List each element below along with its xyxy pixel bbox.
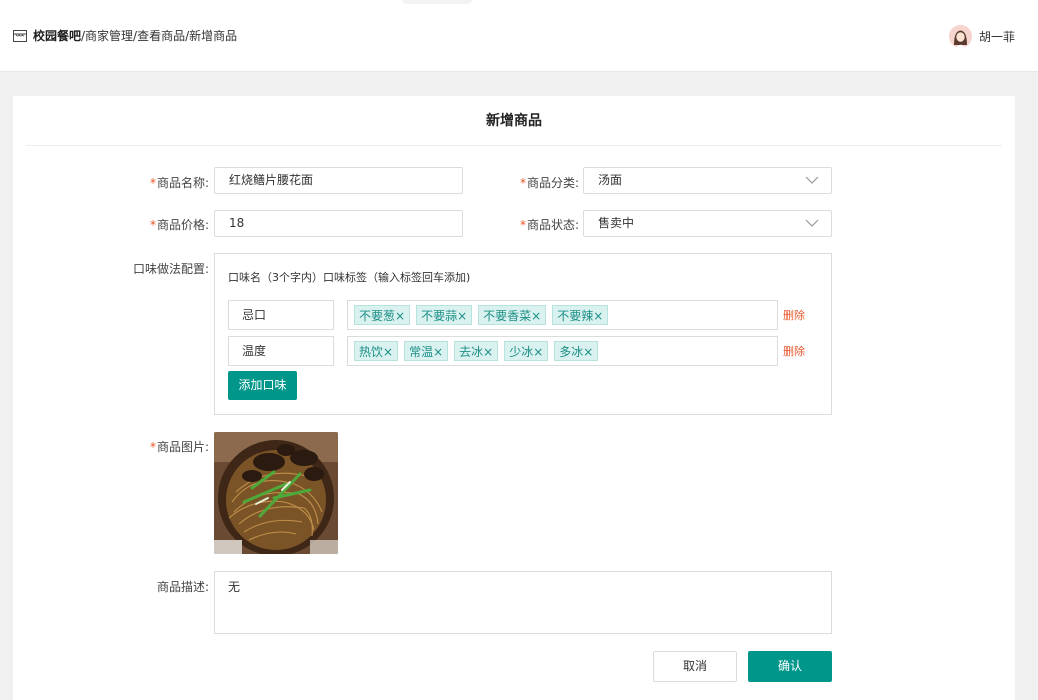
user-name[interactable]: 胡一菲	[979, 28, 1015, 45]
status-label: *商品状态:	[463, 216, 579, 233]
required-mark: *	[149, 440, 156, 454]
flavor-tag[interactable]: 少冰×	[504, 341, 549, 361]
description-label: 商品描述:	[156, 580, 209, 594]
flavor-tag[interactable]: 不要香菜×	[478, 305, 547, 325]
top-header: 校园餐吧/商家管理/查看商品/新增商品 胡一菲	[0, 0, 1038, 72]
required-mark: *	[519, 218, 526, 232]
required-mark: *	[519, 176, 526, 190]
flavor-hint: 口味名（3个字内）口味标签（输入标签回车添加)	[228, 271, 471, 284]
image-label-text: 商品图片:	[156, 440, 209, 454]
name-label-text: 商品名称:	[156, 176, 209, 190]
category-label: *商品分类:	[463, 174, 579, 191]
flavor-tag[interactable]: 多冰×	[554, 341, 599, 361]
flavor-config-box: 口味名（3个字内）口味标签（输入标签回车添加) 忌口 不要葱× 不要蒜× 不要香…	[214, 253, 832, 415]
chevron-down-icon	[805, 176, 819, 184]
price-label: *商品价格:	[93, 216, 209, 233]
category-value: 汤面	[598, 173, 623, 187]
flavor-tag[interactable]: 不要葱×	[354, 305, 411, 325]
breadcrumb: 校园餐吧/商家管理/查看商品/新增商品	[33, 28, 237, 44]
flavor-tag[interactable]: 热饮×	[354, 341, 399, 361]
status-label-text: 商品状态:	[526, 218, 579, 232]
top-notch	[402, 0, 472, 4]
name-label: *商品名称:	[93, 174, 209, 191]
product-name-input[interactable]: 红烧鳝片腰花面	[214, 167, 463, 194]
status-select[interactable]: 售卖中	[583, 210, 832, 237]
flavor-tag[interactable]: 去冰×	[454, 341, 499, 361]
category-label-text: 商品分类:	[526, 176, 579, 190]
price-label-text: 商品价格:	[156, 218, 209, 232]
delete-flavor-button[interactable]: 删除	[783, 307, 805, 323]
page-title: 新增商品	[486, 113, 542, 129]
category-select[interactable]: 汤面	[583, 167, 832, 194]
flavor-tag[interactable]: 不要辣×	[552, 305, 609, 325]
flavor-tags-input[interactable]: 热饮× 常温× 去冰× 少冰× 多冰×	[347, 336, 778, 366]
price-input[interactable]: 18	[214, 210, 463, 237]
image-label: *商品图片:	[93, 438, 209, 455]
flavor-name-input[interactable]: 忌口	[228, 300, 334, 330]
chevron-down-icon	[805, 219, 819, 227]
new-product-card: 新增商品 *商品名称: 红烧鳝片腰花面 *商品分类: 汤面 *商品价格: 18 …	[13, 96, 1015, 700]
title-divider	[26, 145, 1002, 146]
product-image	[214, 432, 338, 554]
description-textarea[interactable]: 无	[214, 571, 832, 634]
flavor-tag[interactable]: 不要蒜×	[416, 305, 473, 325]
required-mark: *	[149, 176, 156, 190]
flavor-label: 口味做法配置:	[132, 262, 209, 276]
product-image-upload[interactable]	[214, 432, 338, 554]
required-mark: *	[149, 218, 156, 232]
add-flavor-button[interactable]: 添加口味	[228, 371, 297, 400]
status-value: 售卖中	[598, 216, 635, 230]
cancel-button[interactable]: 取消	[653, 651, 737, 682]
flavor-tag[interactable]: 常温×	[404, 341, 449, 361]
breadcrumb-path[interactable]: /商家管理/查看商品/新增商品	[81, 29, 237, 43]
flavor-name-input[interactable]: 温度	[228, 336, 334, 366]
user-menu[interactable]: 胡一菲	[948, 25, 1015, 48]
confirm-button[interactable]: 确认	[748, 651, 832, 682]
flavor-tags-input[interactable]: 不要葱× 不要蒜× 不要香菜× 不要辣×	[347, 300, 778, 330]
breadcrumb-brand[interactable]: 校园餐吧	[33, 29, 81, 43]
avatar[interactable]	[948, 25, 972, 48]
delete-flavor-button[interactable]: 删除	[783, 343, 805, 359]
store-icon	[13, 30, 27, 42]
